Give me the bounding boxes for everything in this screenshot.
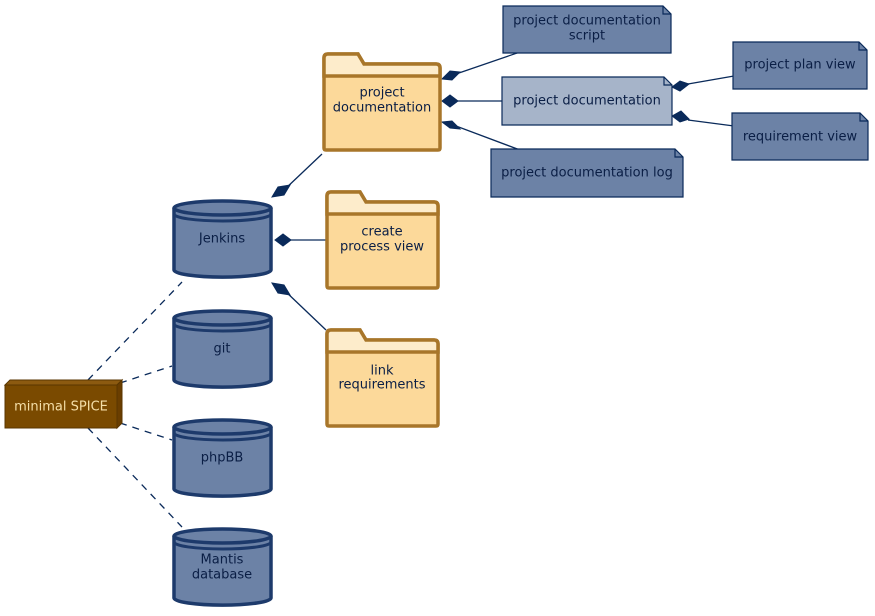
node-label: project documentation bbox=[513, 94, 661, 109]
node-note-project-documentation[interactable]: project documentation bbox=[501, 76, 673, 126]
edge-folder-log bbox=[455, 125, 521, 151]
edge-projdoc-reqview bbox=[687, 119, 735, 127]
node-label: Jenkins bbox=[198, 232, 245, 247]
node-label-line-1: Mantis bbox=[201, 553, 244, 568]
edge-root-phpbb bbox=[119, 422, 173, 441]
node-label-line-2: database bbox=[192, 568, 252, 583]
composition-diamond bbox=[271, 184, 291, 198]
composition-diamond bbox=[441, 94, 459, 108]
node-folder-link-requirements[interactable]: link requirements bbox=[325, 328, 440, 428]
edge-root-jenkins bbox=[87, 281, 183, 381]
edge-jenkins-link-requirements bbox=[283, 289, 327, 331]
node-minimal-spice[interactable]: minimal SPICE bbox=[3, 378, 124, 430]
edge-folder-script bbox=[455, 51, 521, 75]
node-note-project-plan-view[interactable]: project plan view bbox=[732, 41, 868, 90]
node-label-line-1: create bbox=[361, 225, 402, 240]
node-label-line-1: project bbox=[359, 86, 404, 101]
node-database-mantis[interactable]: Mantis database bbox=[172, 527, 273, 607]
node-note-requirement-view[interactable]: requirement view bbox=[731, 112, 869, 161]
node-database-jenkins[interactable]: Jenkins bbox=[172, 199, 273, 279]
composition-diamond bbox=[440, 70, 462, 81]
node-label-line-1: project documentation bbox=[513, 14, 661, 29]
edge-root-git bbox=[119, 365, 173, 384]
node-database-phpbb[interactable]: phpBB bbox=[172, 418, 273, 498]
node-label-line-2: script bbox=[569, 29, 605, 44]
node-folder-create-process-view[interactable]: create process view bbox=[325, 190, 440, 290]
diagram-canvas: minimal SPICE Jenkins git phpBB Mantis d… bbox=[3, 5, 869, 607]
composition-diamond bbox=[671, 110, 690, 123]
node-note-project-documentation-script[interactable]: project documentation script bbox=[502, 5, 672, 54]
node-label: minimal SPICE bbox=[14, 400, 108, 415]
node-database-git[interactable]: git bbox=[172, 309, 273, 389]
node-label: requirement view bbox=[743, 130, 858, 145]
node-label-line-2: requirements bbox=[339, 378, 426, 393]
composition-diamond bbox=[671, 80, 691, 92]
node-label: phpBB bbox=[201, 451, 244, 466]
edge-projdoc-planview bbox=[687, 75, 735, 85]
composition-diamond bbox=[274, 233, 292, 247]
node-label: git bbox=[214, 342, 231, 357]
edge-root-mantis bbox=[87, 427, 183, 528]
node-label: project documentation log bbox=[501, 166, 673, 181]
node-label-line-2: process view bbox=[340, 240, 424, 255]
node-label: project plan view bbox=[744, 58, 856, 73]
node-label-line-1: link bbox=[371, 364, 394, 379]
composition-diamond bbox=[271, 282, 291, 296]
node-folder-project-documentation[interactable]: project documentation bbox=[322, 52, 442, 152]
node-label-line-2: documentation bbox=[333, 101, 431, 116]
node-note-project-documentation-log[interactable]: project documentation log bbox=[490, 148, 684, 198]
composition-diamond bbox=[440, 120, 462, 130]
